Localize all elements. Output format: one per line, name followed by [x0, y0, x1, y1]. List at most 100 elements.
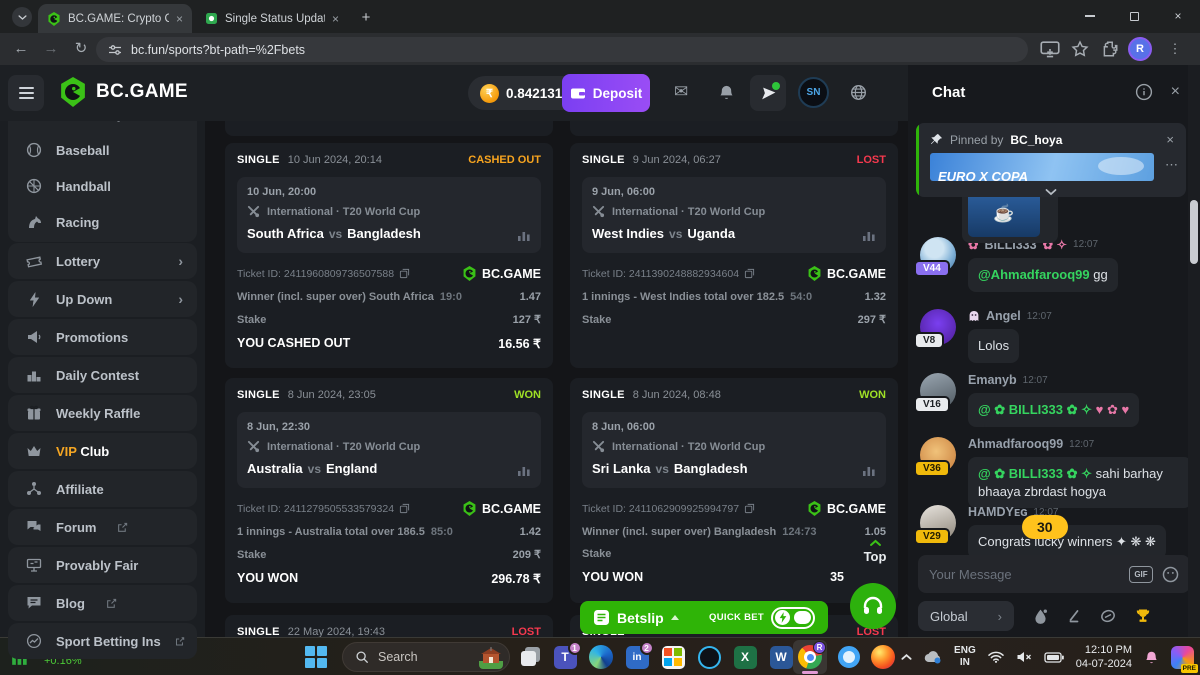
close-button[interactable]: ×: [1156, 0, 1200, 32]
sidebar-item-lottery[interactable]: Lottery ›: [8, 243, 197, 279]
browser-profile-avatar[interactable]: R: [1128, 37, 1152, 61]
forward-button[interactable]: →: [40, 39, 62, 59]
bookmark-star-icon[interactable]: [1070, 40, 1090, 58]
teams-icon[interactable]: T1: [552, 644, 578, 670]
store-icon[interactable]: [660, 644, 686, 670]
sidebar-item-daily-contest[interactable]: Daily Contest: [8, 357, 197, 393]
tab-close-icon[interactable]: ×: [332, 12, 339, 26]
notification-bell-icon[interactable]: [1144, 650, 1159, 665]
excel-icon[interactable]: X: [732, 644, 758, 670]
sidebar-item-blog[interactable]: Blog: [8, 585, 197, 621]
reload-button[interactable]: ↻: [70, 39, 92, 59]
username[interactable]: Emanyb: [968, 373, 1017, 387]
extensions-icon[interactable]: [1100, 40, 1120, 58]
mail-icon[interactable]: ✉: [674, 82, 688, 102]
browser-tab[interactable]: Single Status Update from 07/0 ×: [196, 4, 348, 33]
volume-muted-icon[interactable]: [1016, 651, 1032, 663]
close-icon[interactable]: ×: [1166, 132, 1174, 147]
event-box[interactable]: 8 Jun, 06:00 International · T20 World C…: [582, 412, 886, 488]
room-selector[interactable]: Global ›: [918, 601, 1014, 631]
sidebar-item-vip-club[interactable]: VIP Club: [8, 433, 197, 469]
gif-icon[interactable]: GIF: [1129, 566, 1153, 583]
pinned-banner[interactable]: EURO X COPA: [930, 153, 1154, 181]
browser-tab-active[interactable]: BC.GAME: Crypto Casino Game ×: [38, 4, 192, 33]
close-icon[interactable]: ×: [1171, 83, 1180, 101]
brand-logo[interactable]: BC.GAME: [58, 77, 188, 107]
wifi-icon[interactable]: [988, 651, 1004, 663]
stats-icon[interactable]: [862, 466, 876, 476]
tab-close-icon[interactable]: ×: [176, 12, 183, 26]
tab-search-button[interactable]: [12, 7, 32, 27]
support-button[interactable]: [850, 583, 896, 629]
tray-chevron-icon[interactable]: [901, 653, 912, 661]
maximize-button[interactable]: [1112, 0, 1156, 32]
quick-bet-toggle[interactable]: [771, 607, 815, 629]
sidebar-item-affiliate[interactable]: Affiliate: [8, 471, 197, 507]
scroll-top-button[interactable]: Top: [854, 539, 896, 564]
username[interactable]: Angel: [986, 309, 1021, 323]
username[interactable]: HAMDYᴇɢ: [968, 505, 1027, 519]
task-view-button[interactable]: [518, 644, 544, 670]
pinned-message[interactable]: Pinned by BC_hoya × EURO X COPA ⋯: [916, 123, 1186, 197]
sidebar-item-up-down[interactable]: Up Down ›: [8, 281, 197, 317]
event-box[interactable]: 10 Jun, 20:00 International · T20 World …: [237, 177, 541, 253]
bell-icon[interactable]: [718, 84, 735, 101]
rain-icon[interactable]: [1033, 608, 1048, 625]
coin-flip-icon[interactable]: [1100, 608, 1116, 624]
photos-icon[interactable]: [836, 644, 862, 670]
chrome-icon[interactable]: R: [793, 640, 827, 674]
copy-icon[interactable]: [399, 503, 410, 514]
event-box[interactable]: 8 Jun, 22:30 International · T20 World C…: [237, 412, 541, 488]
sidebar-item-baseball[interactable]: Baseball: [8, 132, 197, 168]
stats-icon[interactable]: [517, 231, 531, 241]
sidebar-item-sport-betting-insight[interactable]: Sport Betting Insig: [8, 623, 197, 659]
mention[interactable]: @ ✿ BILLI333 ✿ ✧: [978, 402, 1092, 417]
betslip-bar[interactable]: Betslip QUICK BET: [580, 601, 828, 634]
url-bar[interactable]: bc.fun/sports?bt-path=%2Fbets: [96, 37, 1028, 62]
mention[interactable]: @ ✿ BILLI333 ✿ ✧: [978, 466, 1092, 481]
message-input[interactable]: [929, 567, 1120, 582]
onedrive-icon[interactable]: [924, 650, 942, 664]
new-tab-button[interactable]: +: [356, 7, 376, 27]
trophy-icon[interactable]: [1135, 608, 1151, 624]
copy-icon[interactable]: [744, 503, 755, 514]
copilot-icon[interactable]: PRE: [1171, 646, 1194, 669]
info-icon[interactable]: [1135, 83, 1153, 101]
copy-icon[interactable]: [399, 268, 410, 279]
search-highlight-image[interactable]: [479, 645, 503, 669]
word-icon[interactable]: W: [768, 644, 794, 670]
menu-kebab-icon[interactable]: ⋮: [1164, 39, 1186, 59]
clock[interactable]: 12:10 PM04-07-2024: [1076, 643, 1132, 672]
firefox-icon[interactable]: [870, 644, 896, 670]
username[interactable]: Ahmadfarooq99: [968, 437, 1063, 451]
expand-icon[interactable]: [1045, 188, 1057, 196]
site-info-icon[interactable]: [108, 44, 122, 56]
linkedin-icon[interactable]: in2: [624, 644, 650, 670]
emoji-icon[interactable]: [1162, 566, 1179, 583]
alexa-icon[interactable]: [696, 644, 722, 670]
minimize-button[interactable]: [1068, 0, 1112, 32]
hamburger-button[interactable]: [8, 75, 44, 111]
sidebar-item-provably-fair[interactable]: Provably Fair: [8, 547, 197, 583]
gif-thumbnail[interactable]: ☕: [968, 191, 1040, 237]
language-indicator[interactable]: ENGIN: [954, 645, 976, 670]
back-button[interactable]: ←: [10, 39, 32, 59]
taskbar-search[interactable]: Search: [342, 642, 510, 672]
slash-icon[interactable]: [1067, 609, 1081, 623]
scrollbar-thumb[interactable]: [1190, 200, 1198, 264]
battery-icon[interactable]: [1044, 652, 1064, 663]
start-button[interactable]: [305, 646, 327, 668]
chat-toggle-button[interactable]: [750, 75, 786, 111]
stats-icon[interactable]: [862, 231, 876, 241]
sidebar-item-handball[interactable]: Handball: [8, 168, 197, 204]
stats-icon[interactable]: [517, 466, 531, 476]
sidebar-item-weekly-raffle[interactable]: Weekly Raffle: [8, 395, 197, 431]
user-avatar[interactable]: SN: [798, 77, 829, 108]
cast-icon[interactable]: [1040, 40, 1060, 58]
browser-scrollbar[interactable]: [1188, 65, 1200, 637]
sidebar-item-promotions[interactable]: Promotions: [8, 319, 197, 355]
edge-icon[interactable]: [588, 644, 614, 670]
unread-count-pill[interactable]: 30: [1022, 515, 1068, 539]
event-box[interactable]: 9 Jun, 06:00 International · T20 World C…: [582, 177, 886, 253]
globe-icon[interactable]: [850, 84, 867, 101]
